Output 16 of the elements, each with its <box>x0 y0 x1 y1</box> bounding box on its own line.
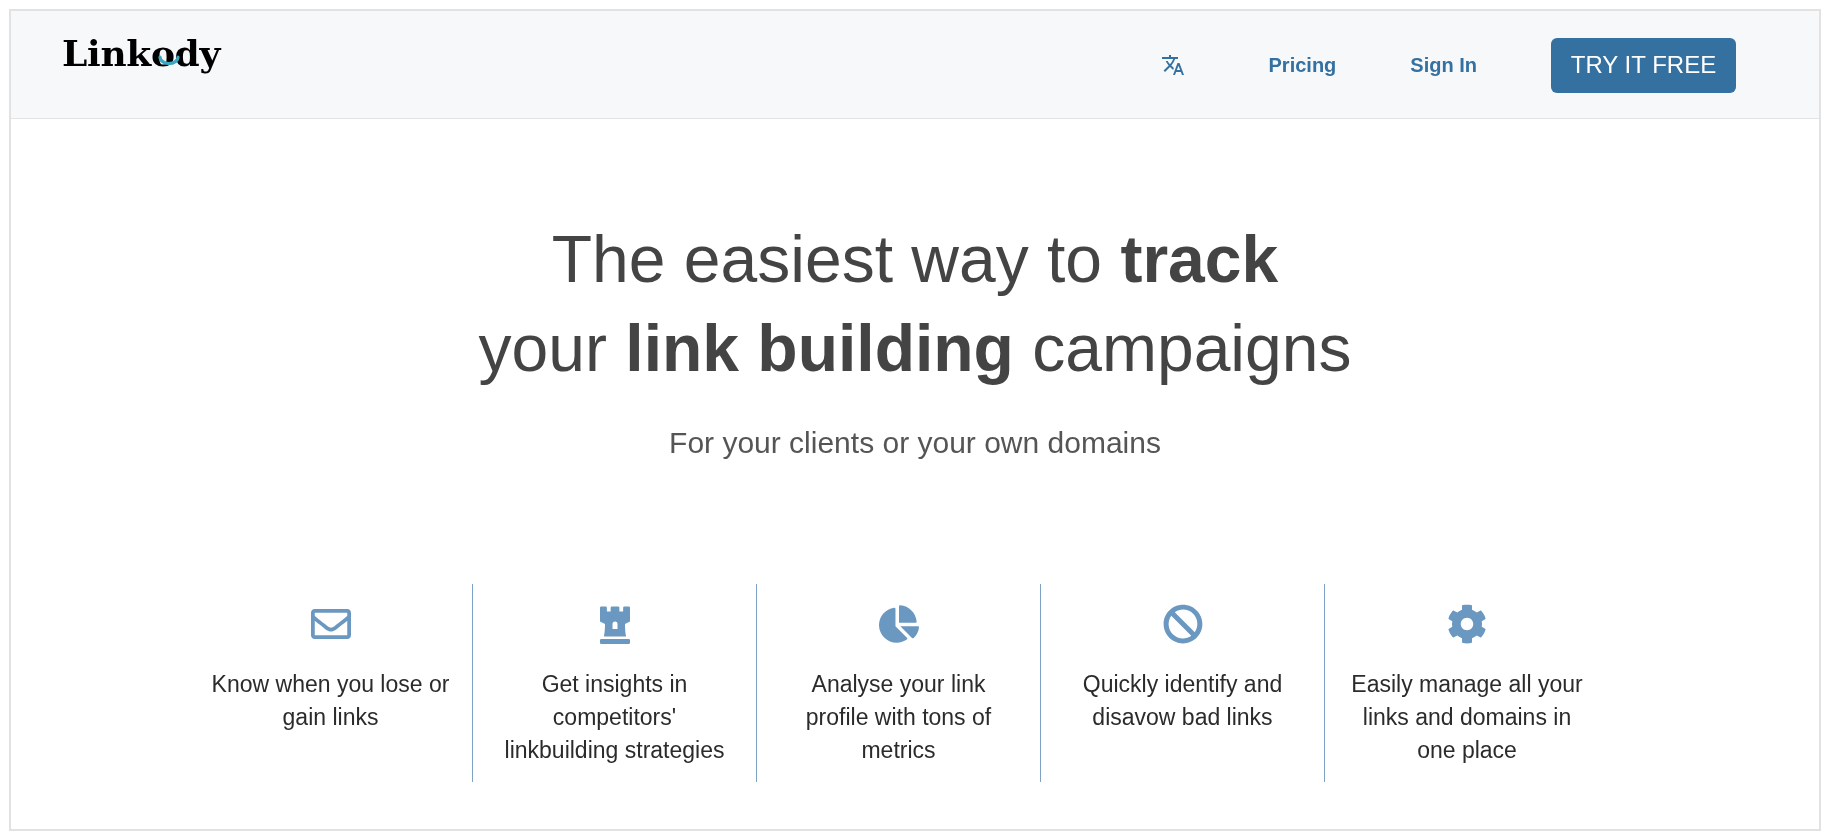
pie-chart-icon <box>878 604 919 644</box>
subtitle: For your clients or your own domains <box>669 425 1161 461</box>
link-ring-icon <box>158 55 181 67</box>
nav-link[interactable]: Sign In <box>1410 50 1477 80</box>
translate-icon[interactable] <box>1160 53 1185 77</box>
ban-icon <box>1162 604 1203 644</box>
feature-text: Easily manage all your links and domains in one place <box>1350 670 1584 765</box>
headline: The easiest way to track your link building campaigns <box>478 221 1352 387</box>
nav-link[interactable]: Pricing <box>1268 50 1337 80</box>
gear-icon <box>1447 604 1487 644</box>
feature-text: Quickly identify and disavow bad links <box>1081 670 1284 732</box>
feature-text: Analyse your link profile with tons of metrics <box>804 670 993 765</box>
feature-text: Get insights in competitors' linkbuilding strategies <box>503 670 726 765</box>
try-free-button[interactable]: TRY IT FREE <box>1551 37 1736 93</box>
feature-text: Know when you lose or gain links <box>211 670 450 732</box>
logo[interactable]: Linkody <box>62 32 221 74</box>
